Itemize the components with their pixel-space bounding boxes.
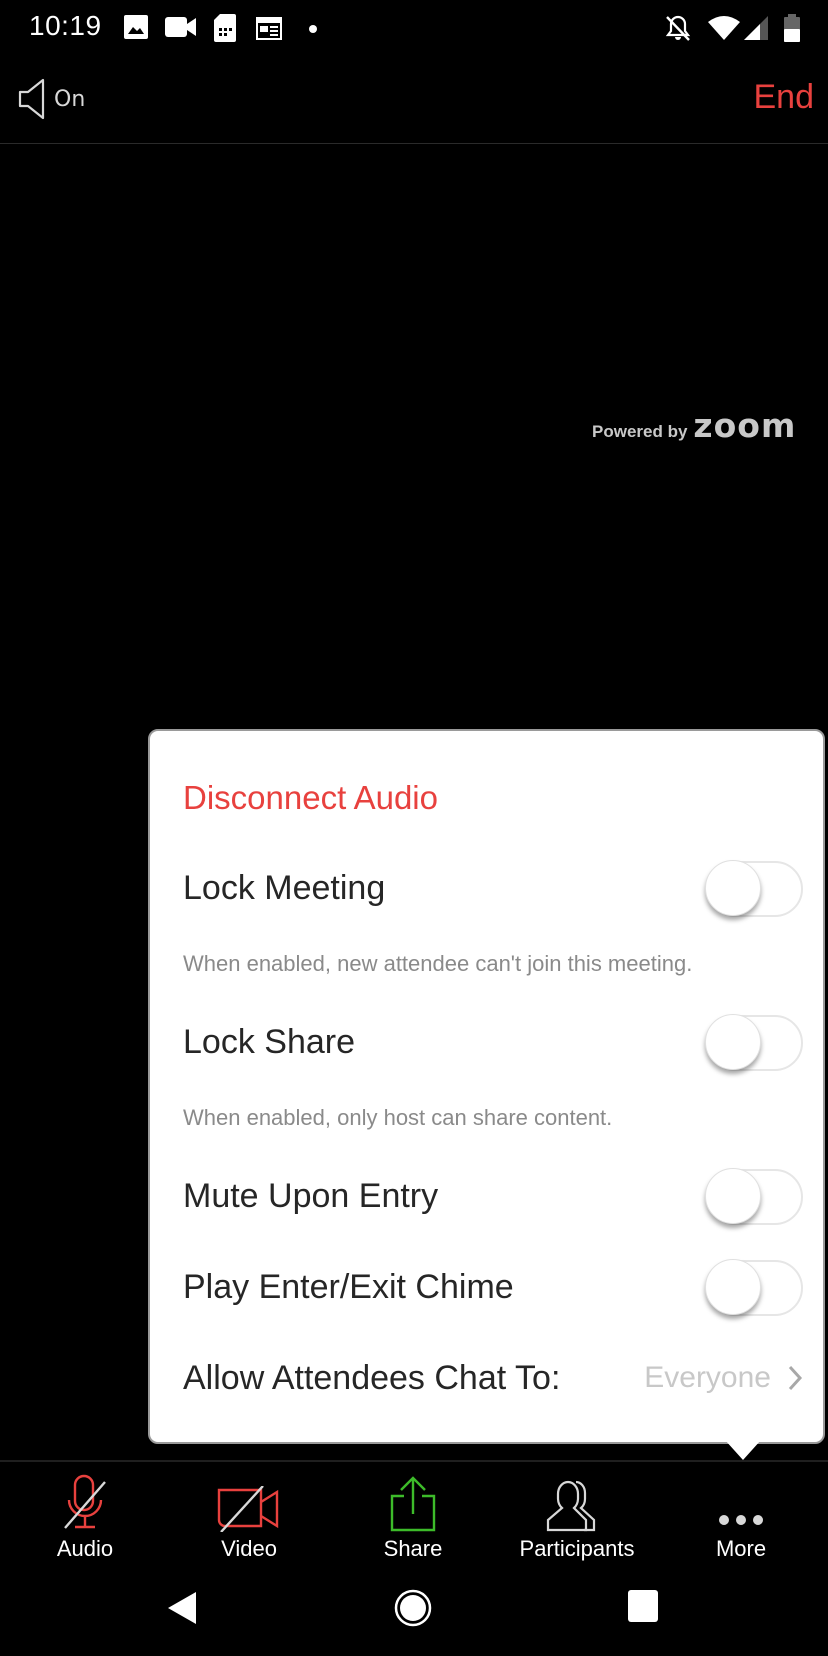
speaker-toggle-button[interactable]: On <box>18 78 85 120</box>
play-chime-toggle[interactable] <box>703 1257 803 1317</box>
sim-card-icon <box>214 14 236 42</box>
share-label: Share <box>383 1536 443 1561</box>
toggle-knob <box>705 1014 761 1070</box>
meeting-top-bar: On End <box>0 56 828 144</box>
share-upload-icon <box>390 1476 436 1532</box>
video-camera-icon <box>165 17 196 37</box>
allow-chat-value: Everyone <box>644 1361 771 1394</box>
mute-upon-entry-row: Mute Upon Entry <box>183 1161 803 1231</box>
recents-icon[interactable] <box>628 1590 658 1622</box>
microphone-muted-icon <box>64 1474 106 1529</box>
more-options-popover: Disconnect Audio Lock Meeting When enabl… <box>148 729 825 1444</box>
zoom-logo: ZOOM <box>693 406 797 445</box>
status-time: 10:19 <box>29 10 102 41</box>
lock-meeting-row: Lock Meeting <box>183 853 803 923</box>
popover-pointer <box>725 1440 761 1460</box>
image-icon <box>124 15 148 39</box>
speaker-icon <box>18 78 45 120</box>
battery-icon <box>784 14 800 42</box>
toggle-knob <box>705 1259 761 1315</box>
lock-share-toggle[interactable] <box>703 1012 803 1072</box>
play-chime-label: Play Enter/Exit Chime <box>183 1267 514 1306</box>
wifi-icon <box>708 16 740 40</box>
status-bar: 10:19 <box>0 0 828 56</box>
meeting-toolbar: Audio Video Share Participants More <box>0 1460 828 1562</box>
end-meeting-button[interactable]: End <box>754 78 815 117</box>
participants-icon <box>546 1480 596 1532</box>
more-dots-icon <box>719 1515 763 1525</box>
video-label: Video <box>221 1536 277 1561</box>
audio-button[interactable]: Audio <box>10 1472 160 1562</box>
video-button[interactable]: Video <box>174 1472 324 1562</box>
powered-by-label: Powered by <box>592 422 688 441</box>
powered-by-zoom: Powered by ZOOM <box>592 406 796 445</box>
audio-label: Audio <box>56 1536 114 1561</box>
allow-chat-row[interactable]: Allow Attendees Chat To: Everyone <box>183 1343 803 1413</box>
more-button[interactable]: More <box>666 1472 816 1562</box>
home-icon[interactable] <box>393 1588 433 1628</box>
more-label: More <box>715 1536 767 1561</box>
mute-upon-entry-label: Mute Upon Entry <box>183 1176 439 1215</box>
speaker-status-label: On <box>54 86 86 112</box>
disconnect-audio-button[interactable]: Disconnect Audio <box>183 779 438 817</box>
notifications-off-icon <box>665 15 691 41</box>
play-chime-row: Play Enter/Exit Chime <box>183 1252 803 1322</box>
system-navigation-bar <box>0 1570 828 1656</box>
share-button[interactable]: Share <box>338 1472 488 1562</box>
lock-share-description: When enabled, only host can share conten… <box>183 1105 613 1130</box>
lock-meeting-toggle[interactable] <box>703 858 803 918</box>
dot-icon <box>309 25 317 33</box>
toggle-knob <box>705 860 761 916</box>
allow-chat-selector[interactable]: Everyone <box>644 1361 803 1395</box>
lock-share-row: Lock Share <box>183 1007 803 1077</box>
calendar-icon <box>256 17 282 40</box>
lock-meeting-label: Lock Meeting <box>183 868 386 907</box>
participants-button[interactable]: Participants <box>502 1472 652 1562</box>
chevron-right-icon <box>788 1365 803 1391</box>
back-icon[interactable] <box>166 1590 198 1626</box>
allow-chat-label: Allow Attendees Chat To: <box>183 1358 561 1397</box>
participants-label: Participants <box>519 1536 635 1561</box>
mute-upon-entry-toggle[interactable] <box>703 1166 803 1226</box>
cell-signal-icon <box>744 16 768 40</box>
lock-meeting-description: When enabled, new attendee can't join th… <box>183 951 693 976</box>
toggle-knob <box>705 1168 761 1224</box>
video-off-icon <box>217 1486 279 1532</box>
lock-share-label: Lock Share <box>183 1022 355 1061</box>
